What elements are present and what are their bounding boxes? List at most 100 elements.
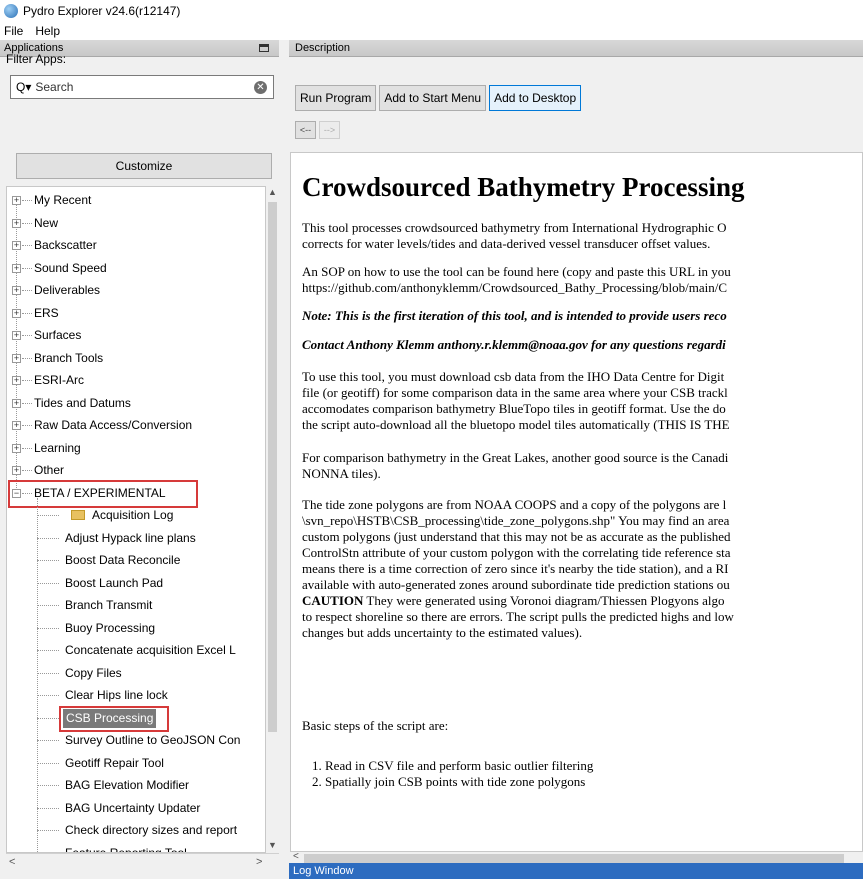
app-tree[interactable]: + My Recent + New + Backscatter + Sound Speed + D… (6, 186, 266, 853)
scroll-left-icon[interactable]: < (9, 856, 15, 868)
expand-icon[interactable]: + (12, 443, 21, 453)
tree-category[interactable]: + Sound Speed (7, 259, 257, 278)
tree-category[interactable]: + Other (7, 461, 257, 480)
expand-icon[interactable]: + (12, 376, 21, 385)
window-titlebar: Pydro Explorer v24.6(r12147) (0, 0, 863, 22)
tree-category[interactable]: + ERS (7, 304, 257, 323)
expand-icon[interactable]: + (12, 308, 21, 318)
tree-connector (22, 335, 32, 336)
tree-category-label: Surfaces (34, 328, 82, 342)
tree-vertical-scrollbar[interactable]: ▲ ▼ (266, 186, 279, 853)
doc-caution-text: They were generated using Voronoi diagra… (363, 593, 725, 608)
tree-connector (37, 515, 59, 516)
tree-app-label: Copy Files (65, 665, 122, 680)
back-button[interactable]: <-- (295, 121, 316, 139)
tree-category[interactable]: + Branch Tools (7, 349, 257, 368)
doc-link[interactable]: https://github.com/anthonyklemm/Crowdsou… (302, 280, 731, 296)
tree-category-label: My Recent (34, 193, 92, 207)
expand-icon[interactable]: + (12, 331, 21, 340)
doc-steps-intro: Basic steps of the script are: (302, 718, 449, 733)
expand-icon[interactable]: + (12, 353, 21, 363)
doc-step: Spatially join CSB points with tide zone… (325, 774, 593, 790)
doc-paragraph-usage: To use this tool, you must download csb … (302, 369, 730, 433)
doc-heading: Crowdsourced Bathymetry Processing (302, 172, 745, 202)
scroll-right-icon[interactable]: > (256, 856, 262, 868)
tree-connector (22, 492, 32, 494)
tree-connector (22, 312, 32, 314)
scroll-left-icon[interactable]: < (293, 851, 299, 862)
add-to-start-menu-button[interactable]: Add to Start Menu (379, 85, 487, 111)
tree-category[interactable]: + Backscatter (7, 236, 257, 255)
expand-icon[interactable]: + (12, 263, 21, 273)
scroll-down-icon[interactable]: ▼ (267, 840, 278, 852)
tree-app-label: Geotiff Repair Tool (65, 755, 164, 770)
expand-icon[interactable]: + (12, 398, 21, 408)
tree-category[interactable]: + Tides and Datums (7, 394, 257, 413)
menu-file[interactable]: File (4, 24, 23, 38)
doc-nav: <-- --> (295, 121, 340, 139)
description-panel-title: Description (295, 42, 351, 54)
tree-category[interactable]: + Raw Data Access/Conversion (7, 416, 257, 435)
tree-connector (22, 200, 32, 201)
tree-category[interactable]: + ESRI-Arc (7, 371, 257, 390)
tree-category-label: Other (34, 463, 65, 477)
doc-line: ControlStn attribute of your custom poly… (302, 545, 731, 560)
tree-horizontal-scrollbar[interactable]: < > (6, 853, 279, 870)
doc-paragraph-intro: This tool processes crowdsourced bathyme… (302, 220, 727, 252)
tree-connector (22, 380, 32, 381)
collapse-icon[interactable]: − (12, 488, 21, 498)
tree-category-label: Branch Tools (34, 350, 104, 365)
tree-category[interactable]: + New (7, 214, 257, 233)
tree-app-label: Concatenate acquisition Excel L (65, 643, 236, 657)
tree-scroll-thumb[interactable] (268, 202, 277, 732)
customize-button[interactable]: Customize (16, 153, 272, 179)
tree-app-label: Adjust Hypack line plans (65, 530, 196, 545)
expand-icon[interactable]: + (12, 241, 21, 250)
doc-note: Note: This is the first iteration of thi… (302, 308, 727, 323)
search-input[interactable]: Q▾ Search ✕ (10, 75, 274, 99)
description-document[interactable]: Crowdsourced Bathymetry Processing This … (290, 152, 863, 852)
tree-category[interactable]: + Surfaces (7, 326, 257, 345)
expand-icon[interactable]: + (12, 196, 21, 205)
doc-paragraph-sop: An SOP on how to use the tool can be fou… (302, 264, 731, 296)
add-to-desktop-button[interactable]: Add to Desktop (489, 85, 582, 111)
expand-icon[interactable]: + (12, 421, 21, 430)
tree-category-label: Sound Speed (34, 260, 107, 275)
undock-icon[interactable] (259, 44, 269, 52)
log-window-header[interactable]: Log Window (289, 863, 863, 879)
expand-icon[interactable]: + (12, 286, 21, 295)
doc-line: The tide zone polygons are from NOAA COO… (302, 497, 727, 512)
tree-category-label: ESRI-Arc (34, 373, 85, 387)
expand-icon[interactable]: + (12, 218, 21, 228)
tree-category[interactable]: + My Recent (7, 191, 257, 210)
tree-app-label: BAG Uncertainty Updater (65, 800, 201, 815)
menu-help[interactable]: Help (35, 24, 60, 38)
clear-search-icon[interactable]: ✕ (254, 81, 267, 94)
tree-connector (22, 222, 32, 224)
document-scroll-thumb[interactable] (304, 854, 844, 863)
tree-connector (22, 447, 32, 449)
pydro-globe-icon (4, 4, 18, 18)
menubar: File Help (0, 22, 863, 40)
tree-category[interactable]: + Deliverables (7, 281, 257, 300)
scroll-up-icon[interactable]: ▲ (267, 187, 278, 199)
tree-app-label: Branch Transmit (65, 598, 153, 612)
description-panel-header: Description (289, 40, 863, 57)
tree-category-label: New (34, 215, 59, 230)
doc-line: changes but adds uncertainty to the esti… (302, 625, 583, 640)
tree-category[interactable]: + Learning (7, 439, 257, 458)
forward-button[interactable]: --> (319, 121, 340, 139)
tree-app-label: Check directory sizes and report (65, 823, 238, 837)
tree-category-expanded[interactable]: − BETA / EXPERIMENTAL (7, 484, 257, 503)
tree-connector (37, 830, 59, 831)
expand-icon[interactable]: + (12, 466, 21, 475)
run-program-button[interactable]: Run Program (295, 85, 377, 111)
tree-connector (37, 785, 59, 786)
tree-connector (22, 267, 32, 269)
tree-app-label: Feature Reporting Tool (65, 845, 187, 853)
tree-app-label: Boost Launch Pad (65, 575, 164, 590)
tree-app-label: Clear Hips line lock (65, 688, 168, 702)
tree-guide-line (37, 498, 38, 852)
search-icon[interactable]: Q▾ (16, 80, 31, 94)
doc-line: to respect shoreline so there are errors… (302, 609, 734, 624)
